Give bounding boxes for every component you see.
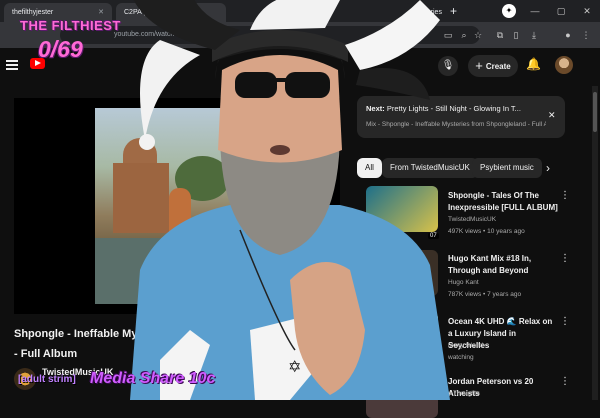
notifications-bell-icon[interactable]: 🔔	[526, 57, 541, 71]
svg-text:✡: ✡	[288, 357, 301, 376]
account-avatar[interactable]	[555, 56, 573, 74]
stream-tag: [adult strim]	[18, 374, 76, 385]
extensions-icon[interactable]: ⧉	[492, 26, 508, 44]
create-label: Create	[485, 62, 511, 71]
recommendation-meta: watching	[448, 354, 474, 361]
stream-goal-counter: 0/69	[38, 36, 83, 62]
download-icon[interactable]: ⤓	[526, 26, 542, 44]
more-options-icon[interactable]: ⋮	[560, 316, 570, 327]
recommendation-channel[interactable]: uxury Island	[448, 342, 483, 349]
streamer-webcam-overlay: ✡	[130, 0, 450, 400]
maximize-button[interactable]: ▢	[548, 0, 574, 22]
profile-avatar-icon[interactable]: ●	[560, 26, 576, 44]
recommendation-meta: 787K views • 7 years ago	[448, 291, 522, 298]
recommendation-channel[interactable]: y Thoughts	[448, 390, 480, 397]
browser-menu-icon[interactable]: ⋮	[578, 26, 594, 44]
tab-label: thefilthyjester	[12, 9, 54, 16]
more-options-icon[interactable]: ⋮	[560, 190, 570, 201]
close-window-button[interactable]: ✕	[574, 0, 600, 22]
chip-psybient[interactable]: Psybient music	[472, 158, 542, 178]
recommendation-meta: 497K views • 10 years ago	[448, 228, 525, 235]
recommendation-title[interactable]: Shpongle - Tales Of The Inexpressible [F…	[448, 190, 558, 214]
more-options-icon[interactable]: ⋮	[560, 253, 570, 264]
more-options-icon[interactable]: ⋮	[560, 376, 570, 387]
hamburger-menu-icon[interactable]	[6, 60, 18, 70]
scrollbar[interactable]	[592, 86, 598, 400]
recommendation-channel[interactable]: TwistedMusicUK	[448, 216, 496, 223]
close-icon[interactable]: ✕	[548, 110, 556, 121]
bookmark-star-icon[interactable]: ☆	[470, 26, 486, 44]
plus-icon: +	[475, 58, 483, 73]
stream-overlay-title: THE FILTHIEST	[20, 18, 121, 33]
sidebar-icon[interactable]: ▯	[508, 26, 524, 44]
minimize-button[interactable]: —	[522, 0, 548, 22]
create-button[interactable]: + Create	[468, 55, 518, 77]
recommendation-title[interactable]: Hugo Kant Mix #18 In, Through and Beyond	[448, 253, 558, 277]
recommendation-channel[interactable]: Hugo Kant	[448, 279, 479, 286]
media-share-banner: Media Share 10c	[90, 370, 216, 387]
chevron-right-icon[interactable]: ›	[546, 158, 550, 178]
extension-spark-icon[interactable]: ✦	[502, 4, 516, 18]
new-tab-button[interactable]: +	[450, 0, 457, 22]
scrollbar-thumb[interactable]	[593, 92, 597, 132]
